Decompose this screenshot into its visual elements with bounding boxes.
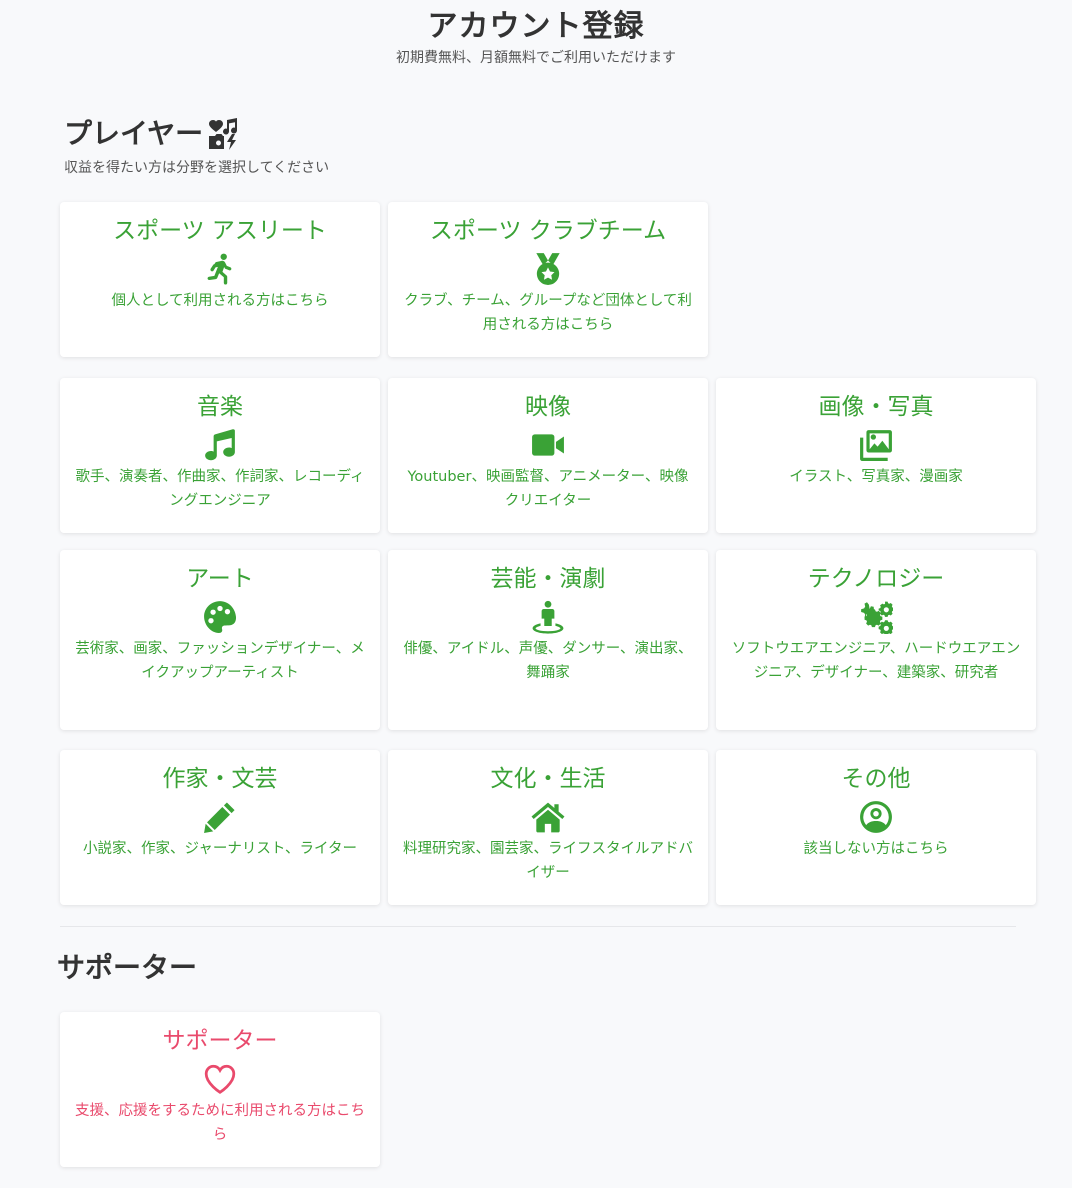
card-description: 料理研究家、園芸家、ライフスタイルアドバイザー bbox=[403, 841, 693, 881]
images-icon bbox=[860, 430, 892, 461]
running-icon bbox=[207, 253, 232, 285]
card-music[interactable]: 音楽 歌手、演奏者、作曲家、作詞家、レコーディングエンジニア bbox=[60, 378, 380, 533]
card-title: アート bbox=[186, 566, 254, 592]
supporter-section-title: サポーター bbox=[57, 951, 198, 984]
card-title: その他 bbox=[841, 766, 911, 792]
user-circle-icon bbox=[860, 801, 892, 833]
card-description: 小説家、作家、ジャーナリスト、ライター bbox=[83, 841, 357, 857]
card-writer-literature[interactable]: 作家・文芸 小説家、作家、ジャーナリスト、ライター bbox=[60, 750, 380, 905]
card-description: 支援、応援をするために利用される方はこちら bbox=[75, 1103, 365, 1143]
heart-icon bbox=[204, 1064, 236, 1094]
card-title: 音楽 bbox=[197, 394, 243, 420]
player-section-title: プレイヤー bbox=[64, 116, 241, 152]
card-culture-lifestyle[interactable]: 文化・生活 料理研究家、園芸家、ライフスタイルアドバイザー bbox=[388, 750, 708, 905]
player-section-title-text: プレイヤー bbox=[64, 117, 204, 150]
card-description: イラスト、写真家、漫画家 bbox=[789, 469, 963, 485]
page-subtitle: 初期費無料、月額無料でご利用いただけます bbox=[396, 50, 676, 66]
street-view-icon bbox=[532, 600, 564, 634]
pencil-icon bbox=[204, 802, 235, 833]
card-description: クラブ、チーム、グループなど団体として利用される方はこちら bbox=[404, 293, 692, 333]
page-header: アカウント登録 初期費無料、月額無料でご利用いただけます bbox=[0, 6, 1072, 68]
card-title: 芸能・演劇 bbox=[490, 566, 606, 592]
card-art[interactable]: アート 芸術家、画家、ファッションデザイナー、メイクアップアーティスト bbox=[60, 550, 380, 730]
card-title: 映像 bbox=[525, 394, 571, 420]
card-description: ソフトウエアエンジニア、ハードウエアエンジニア、デザイナー、建築家、研究者 bbox=[731, 641, 1021, 681]
card-title: テクノロジー bbox=[807, 566, 945, 592]
card-description: 個人として利用される方はこちら bbox=[111, 293, 329, 309]
card-description: 俳優、アイドル、声優、ダンサー、演出家、舞踊家 bbox=[403, 641, 693, 681]
card-title: 作家・文芸 bbox=[162, 766, 278, 792]
card-title: スポーツ アスリート bbox=[113, 218, 327, 244]
player-section-description: 収益を得たい方は分野を選択してください bbox=[64, 160, 330, 176]
home-icon bbox=[531, 802, 565, 833]
card-sports-athlete[interactable]: スポーツ アスリート 個人として利用される方はこちら bbox=[60, 202, 380, 357]
video-icon bbox=[532, 434, 564, 456]
card-description: 歌手、演奏者、作曲家、作詞家、レコーディングエンジニア bbox=[75, 469, 365, 509]
card-image-photo[interactable]: 画像・写真 イラスト、写真家、漫画家 bbox=[716, 378, 1036, 533]
page-title: アカウント登録 bbox=[427, 9, 645, 44]
music-icon bbox=[205, 429, 235, 461]
card-description: 芸術家、画家、ファッションデザイナー、メイクアップアーティスト bbox=[75, 641, 365, 681]
icons-icon bbox=[209, 118, 238, 150]
section-divider bbox=[60, 926, 1016, 927]
card-description: Youtuber、映画監督、アニメーター、映像クリエイター bbox=[407, 469, 689, 509]
card-title: 文化・生活 bbox=[490, 766, 606, 792]
card-title: スポーツ クラブチーム bbox=[429, 218, 667, 244]
card-supporter[interactable]: サポーター 支援、応援をするために利用される方はこちら bbox=[60, 1012, 380, 1167]
palette-icon bbox=[204, 601, 237, 633]
medal-icon bbox=[536, 253, 560, 285]
card-entertainment-theater[interactable]: 芸能・演劇 俳優、アイドル、声優、ダンサー、演出家、舞踊家 bbox=[388, 550, 708, 730]
card-technology[interactable]: テクノロジー ソフトウエアエンジニア、ハードウエアエンジニア、デザイナー、建築家… bbox=[716, 550, 1036, 730]
card-other[interactable]: その他 該当しない方はこちら bbox=[716, 750, 1036, 905]
card-title: 画像・写真 bbox=[818, 394, 934, 420]
card-sports-club-team[interactable]: スポーツ クラブチーム クラブ、チーム、グループなど団体として利用される方はこち… bbox=[388, 202, 708, 357]
card-title: サポーター bbox=[162, 1028, 278, 1054]
cogs-icon bbox=[861, 601, 893, 634]
card-description: 該当しない方はこちら bbox=[803, 841, 949, 857]
card-video[interactable]: 映像 Youtuber、映画監督、アニメーター、映像クリエイター bbox=[388, 378, 708, 533]
